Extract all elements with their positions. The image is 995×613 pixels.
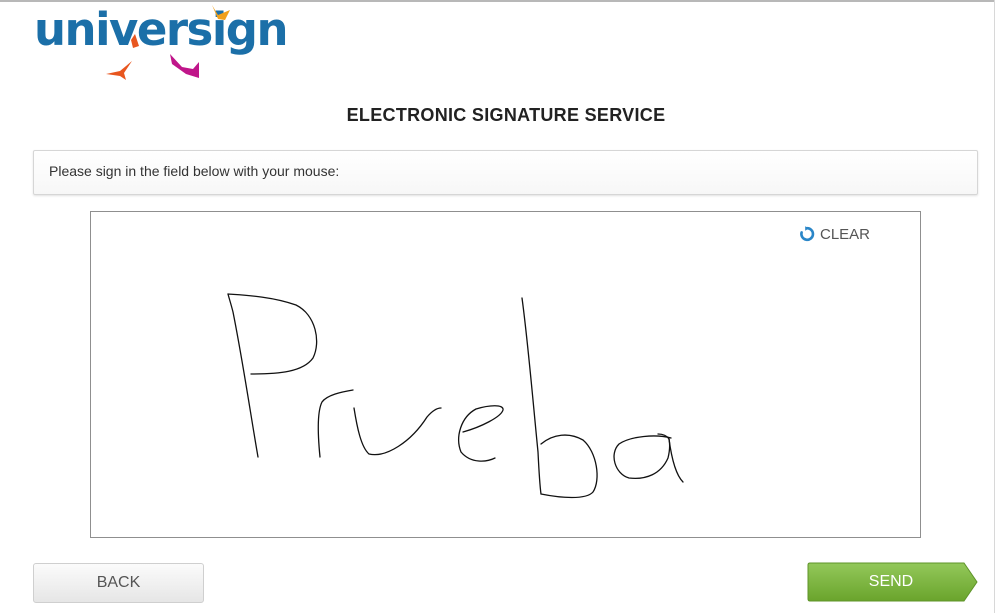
page-title: ELECTRONIC SIGNATURE SERVICE [346, 105, 666, 125]
signature-page: universign ELECTRONIC SIGNATURE SERVICE … [0, 0, 995, 613]
signature-pad[interactable]: CLEAR [90, 211, 921, 538]
signature-stroke [227, 293, 684, 499]
instruction-panel: Please sign in the field below with your… [33, 150, 978, 195]
instruction-text: Please sign in the field below with your… [49, 163, 340, 179]
send-button[interactable]: SEND [807, 562, 978, 602]
refresh-icon [799, 226, 815, 242]
universign-logo: universign [34, 4, 289, 82]
back-button[interactable]: BACK [33, 563, 204, 603]
clear-button[interactable]: CLEAR [799, 224, 870, 244]
clear-label: CLEAR [820, 225, 871, 243]
send-label: SEND [868, 573, 914, 590]
top-divider [0, 0, 995, 2]
logo-star-marks [106, 5, 230, 80]
